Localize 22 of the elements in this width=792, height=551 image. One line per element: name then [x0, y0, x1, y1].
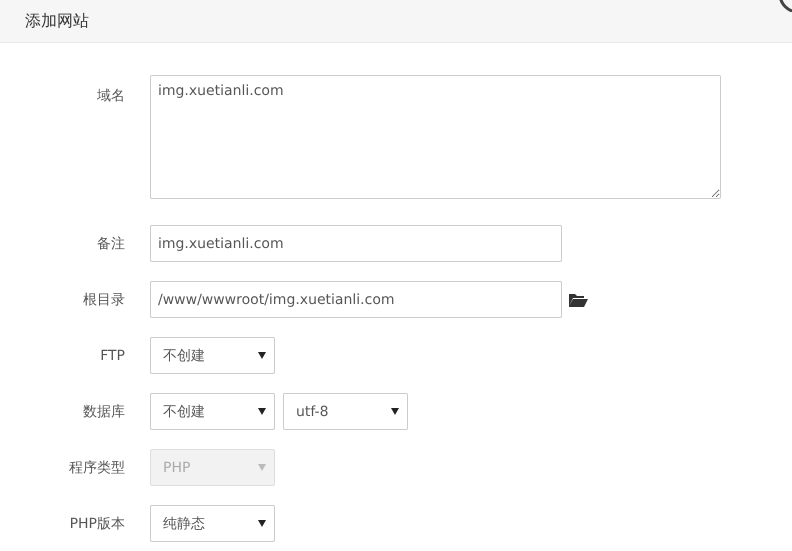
dropdown[interactable]: 不创建	[150, 393, 275, 430]
close-icon[interactable]	[778, 0, 792, 12]
field-label: 备注	[96, 234, 125, 252]
field-label: 域名	[96, 87, 125, 105]
folder-icon[interactable]	[569, 292, 588, 306]
caret-icon	[391, 408, 399, 415]
field-label: PHP版本	[68, 514, 125, 532]
caret-icon	[258, 464, 266, 471]
field-label: 根目录	[82, 290, 125, 308]
dropdown[interactable]: 不创建	[150, 337, 275, 374]
caret-icon	[258, 408, 266, 415]
field-label: 数据库	[82, 402, 125, 420]
dialog-title: 添加网站	[25, 10, 89, 32]
caret-icon	[258, 352, 266, 359]
path-field[interactable]: /www/wwwroot/img.xuetianli.com	[150, 281, 562, 318]
field-label: FTP	[99, 348, 125, 364]
input-field[interactable]: img.xuetianli.com	[150, 225, 562, 262]
caret-icon	[258, 520, 266, 527]
domain-field[interactable]: img.xuetianli.com	[150, 75, 721, 199]
field-label: 程序类型	[68, 458, 125, 476]
dropdown[interactable]: 纯静态	[150, 505, 275, 542]
dropdown[interactable]: utf-8	[283, 393, 408, 430]
